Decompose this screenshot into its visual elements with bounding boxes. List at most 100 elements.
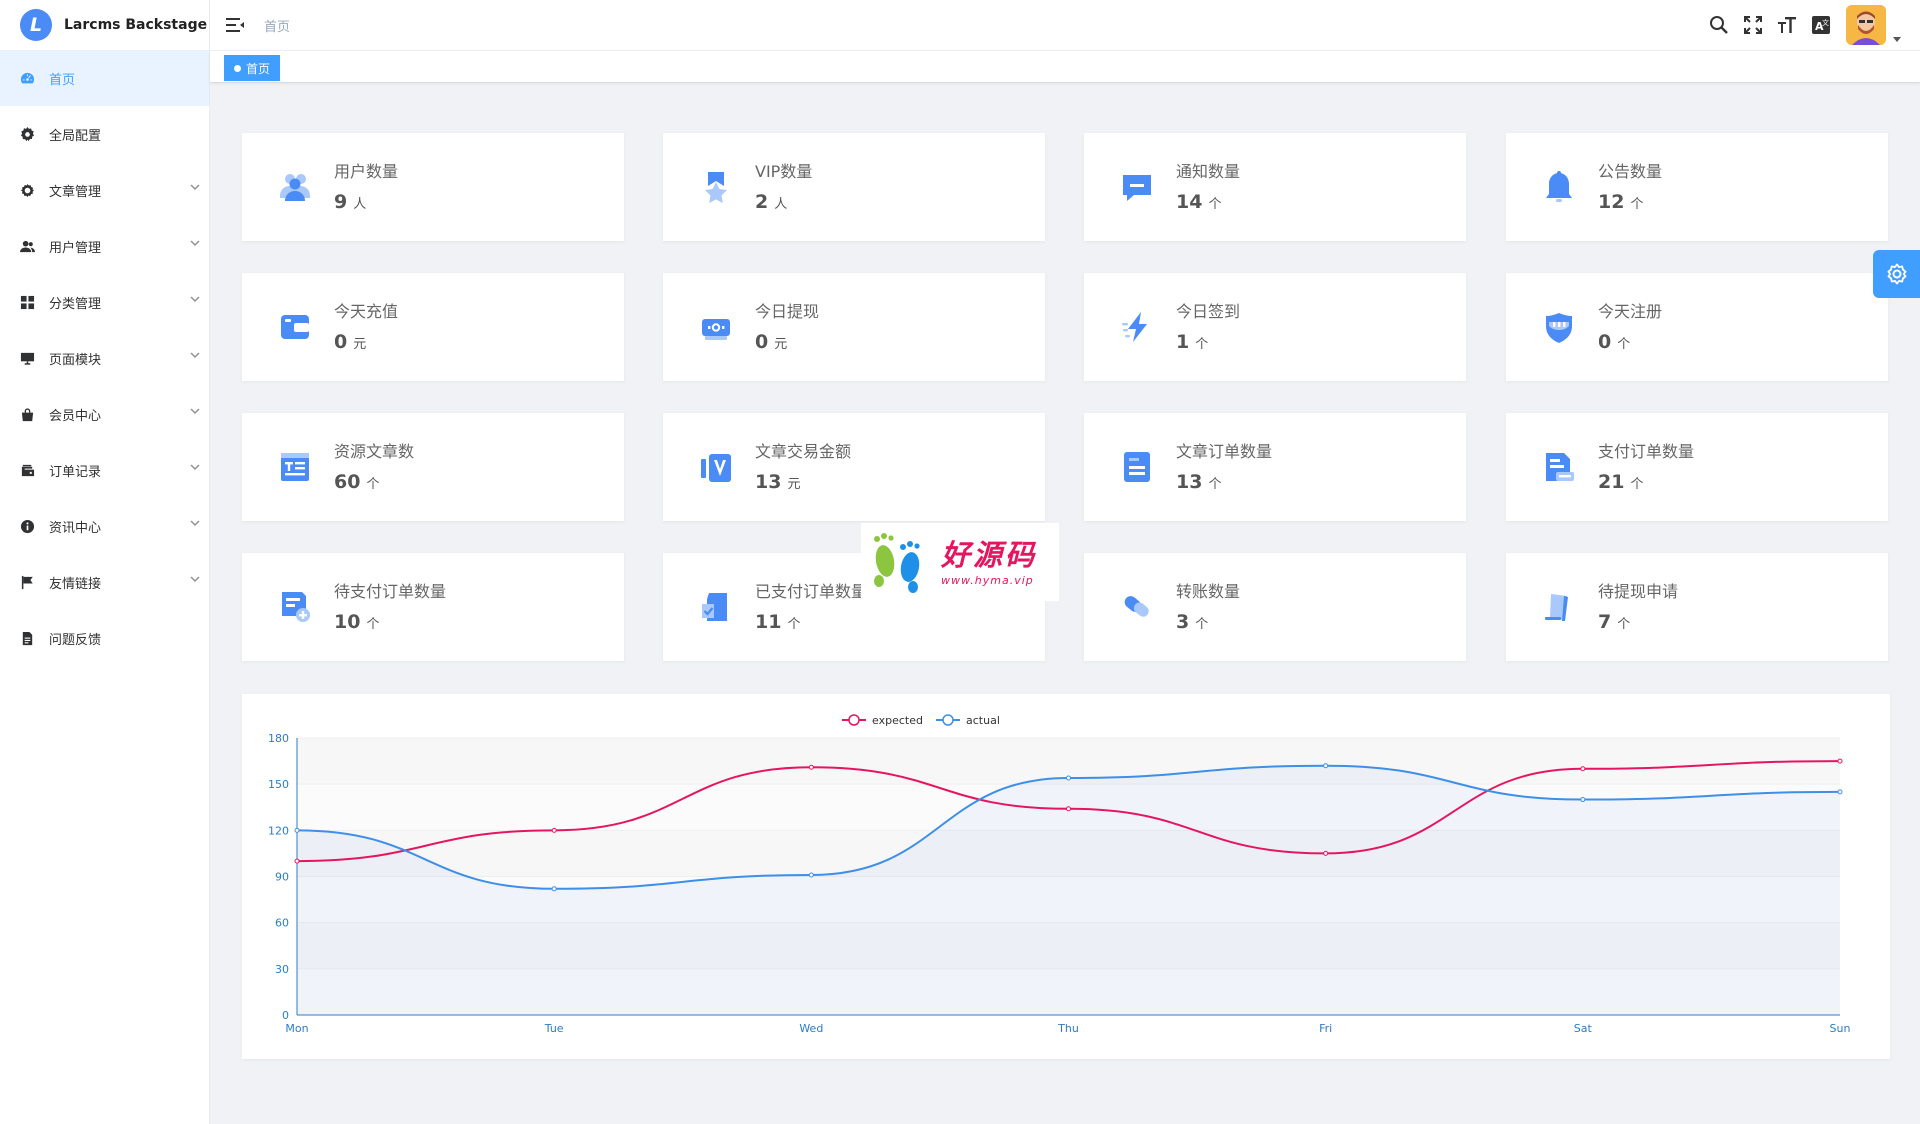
chart-svg: 0 30 60 90 120 150 180 Mon Tue Wed Thu Fri Sat Sun exp…: [268, 714, 1850, 1035]
stat-card[interactable]: 资源文章数 60 个: [242, 413, 624, 521]
stat-unit: 个: [1617, 617, 1631, 632]
stat-value: 21: [1598, 471, 1625, 493]
stat-value: 11: [755, 611, 782, 633]
vip-star-icon: [699, 170, 733, 204]
data-point: [1837, 758, 1843, 764]
data-point: [1837, 789, 1843, 795]
sidebar-item-5[interactable]: 页面模块: [0, 330, 209, 386]
stat-value: 60: [334, 471, 361, 493]
stat-unit: 个: [1208, 197, 1222, 212]
sidebar-item-6[interactable]: 会员中心: [0, 386, 209, 442]
stat-title: VIP数量: [755, 162, 813, 181]
transfer-icon: [1120, 590, 1154, 624]
sidebar-item-label: 资讯中心: [49, 520, 102, 536]
breadcrumb[interactable]: 首页: [264, 16, 290, 35]
watermark-url: www.hyma.vip: [941, 573, 1034, 587]
data-point: [551, 827, 557, 833]
y-tick-label: 60: [275, 917, 289, 930]
sidebar-item-8[interactable]: 资讯中心: [0, 498, 209, 554]
sidebar-item-1[interactable]: 全局配置: [0, 106, 209, 162]
stat-card[interactable]: 今天注册 0 个: [1506, 273, 1888, 381]
legend-label: actual: [966, 714, 1000, 727]
settings-gear-button[interactable]: [1873, 250, 1920, 298]
stat-card[interactable]: 今日签到 1 个: [1084, 273, 1466, 381]
stat-card[interactable]: 今日提现 0 元: [663, 273, 1045, 381]
stat-card[interactable]: 支付订单数量 21 个: [1506, 413, 1888, 521]
bell-icon: [1542, 170, 1576, 204]
stat-card[interactable]: 公告数量 12 个: [1506, 133, 1888, 241]
sidebar-item-label: 友情链接: [49, 576, 102, 592]
stat-title: 今天充值: [334, 302, 399, 321]
stat-card[interactable]: 通知数量 14 个: [1084, 133, 1466, 241]
sidebar: L Larcms Backstage 首页全局配置 文章管理 用户管理 分类管理 页面模…: [0, 0, 210, 1124]
stat-card[interactable]: 转账数量 3 个: [1084, 553, 1466, 661]
stat-unit: 个: [787, 617, 801, 632]
sidebar-item-7[interactable]: 订单记录: [0, 442, 209, 498]
order-icon: [1120, 450, 1154, 484]
stat-value: 10: [334, 611, 361, 633]
dashboard-icon: [19, 70, 35, 86]
stat-value: 9: [334, 191, 348, 213]
shield-icon: [1542, 310, 1576, 344]
stat-title: 文章交易金额: [755, 442, 852, 461]
y-tick-label: 90: [275, 871, 289, 884]
stat-card[interactable]: VIP数量 2 人: [663, 133, 1045, 241]
fullscreen-icon[interactable]: [1742, 14, 1764, 36]
stat-value: 12: [1598, 191, 1625, 213]
stat-card[interactable]: 文章订单数量 13 个: [1084, 413, 1466, 521]
y-tick-label: 150: [268, 778, 289, 791]
caret-down-icon[interactable]: [1892, 29, 1902, 42]
sidebar-item-9[interactable]: 友情链接: [0, 554, 209, 610]
sidebar-menu: 首页全局配置 文章管理 用户管理 分类管理 页面模块会员中心订单记录资讯中心友情链接问题…: [0, 50, 209, 666]
stat-title: 今天注册: [1598, 302, 1663, 321]
watermark: 好源码 www.hyma.vip: [861, 523, 1059, 601]
stat-title: 资源文章数: [334, 442, 415, 461]
data-point: [294, 858, 300, 864]
settings-ring-icon: [19, 182, 35, 198]
lightning-icon: [1120, 310, 1154, 344]
stat-unit: 个: [366, 477, 380, 492]
sidebar-item-label: 会员中心: [49, 408, 102, 424]
stat-title: 用户数量: [334, 162, 399, 181]
header: 首页 A文: [210, 0, 1920, 51]
stat-card[interactable]: 今天充值 0 元: [242, 273, 624, 381]
tag-home[interactable]: 首页: [224, 55, 281, 81]
hamburger-icon[interactable]: [226, 17, 244, 33]
x-tick-label: Wed: [799, 1022, 823, 1035]
stat-card[interactable]: 用户数量 9 人: [242, 133, 624, 241]
svg-text:文: 文: [1822, 18, 1829, 27]
pending-order-icon: [278, 590, 312, 624]
font-size-icon[interactable]: [1776, 14, 1798, 36]
sidebar-item-2[interactable]: 文章管理: [0, 162, 209, 218]
stat-title: 今日签到: [1176, 302, 1241, 321]
x-tick-label: Tue: [544, 1022, 564, 1035]
stat-card[interactable]: 待提现申请 7 个: [1506, 553, 1888, 661]
stat-title: 支付订单数量: [1598, 442, 1695, 461]
logo[interactable]: L Larcms Backstage: [0, 0, 209, 50]
search-icon[interactable]: [1708, 14, 1730, 36]
stat-unit: 元: [787, 477, 801, 492]
sidebar-item-4[interactable]: 分类管理: [0, 274, 209, 330]
sidebar-item-0[interactable]: 首页: [0, 50, 209, 106]
stat-card[interactable]: 文章交易金额 13 元: [663, 413, 1045, 521]
sidebar-item-10[interactable]: 问题反馈: [0, 610, 209, 666]
users-icon: [278, 170, 312, 204]
data-point: [808, 872, 814, 878]
translate-icon[interactable]: A文: [1810, 14, 1832, 36]
data-point: [1323, 850, 1329, 856]
stat-card[interactable]: 待支付订单数量 10 个: [242, 553, 624, 661]
gear-icon: [19, 126, 35, 142]
x-tick-label: Fri: [1319, 1022, 1332, 1035]
chevron-down-icon: [189, 405, 203, 419]
legend-marker: [848, 714, 860, 726]
stat-unit: 元: [353, 337, 367, 352]
stat-value: 0: [334, 331, 348, 353]
info-icon: [19, 518, 35, 534]
sidebar-item-label: 首页: [49, 72, 76, 88]
stat-value: 13: [1176, 471, 1203, 493]
x-tick-label: Mon: [285, 1022, 308, 1035]
sidebar-item-3[interactable]: 用户管理: [0, 218, 209, 274]
avatar[interactable]: [1846, 5, 1886, 45]
x-tick-label: Thu: [1057, 1022, 1079, 1035]
legend-marker: [942, 714, 954, 726]
